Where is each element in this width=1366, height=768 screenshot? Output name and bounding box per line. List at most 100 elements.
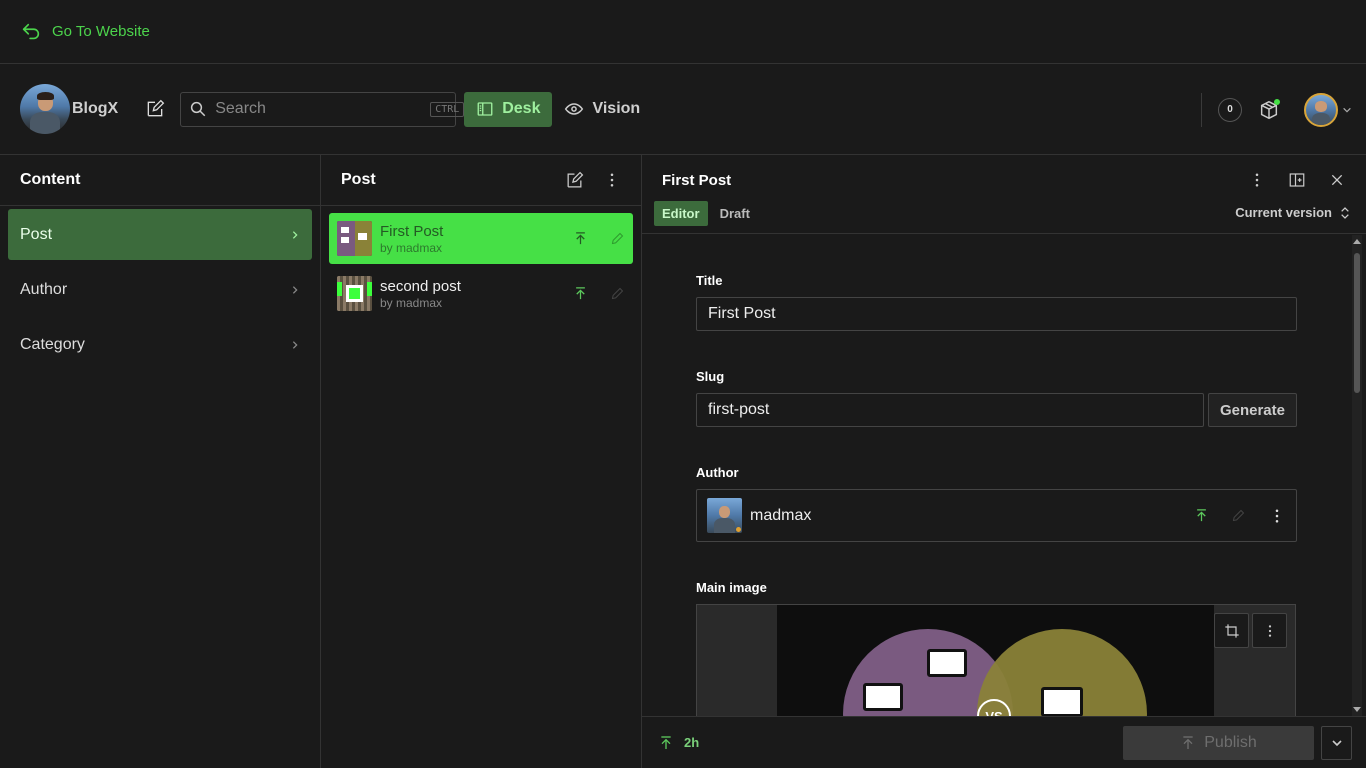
search-box[interactable]: CTRL K — [180, 91, 489, 127]
scroll-thumb[interactable] — [1354, 253, 1360, 393]
post-title: First Post — [380, 222, 444, 240]
published-icon — [573, 286, 588, 301]
vision-tool-button[interactable]: Vision — [552, 92, 652, 127]
edit-icon — [1231, 508, 1246, 523]
status-time: 2h — [684, 735, 700, 750]
author-field: Author madmax — [696, 465, 1297, 542]
content-item-label: Category — [20, 335, 85, 353]
notification-count[interactable]: 0 — [1218, 97, 1242, 122]
title-input[interactable] — [696, 297, 1297, 331]
author-label: Author — [696, 465, 739, 480]
chevron-right-icon — [290, 340, 300, 350]
content-pane: Content Post Author Category — [0, 155, 321, 768]
content-item-post[interactable]: Post — [8, 209, 312, 260]
split-pane-button[interactable] — [1280, 163, 1314, 197]
published-status-icon — [658, 735, 674, 751]
publish-label: Publish — [1204, 734, 1257, 751]
crop-button[interactable] — [1214, 613, 1249, 648]
post-subtitle: by madmax — [380, 240, 443, 255]
vision-label: Vision — [592, 100, 641, 117]
search-icon — [189, 100, 207, 118]
author-reference[interactable]: madmax — [696, 489, 1297, 542]
document-menu-button[interactable] — [1240, 163, 1274, 197]
image-menu-button[interactable] — [1252, 613, 1287, 648]
content-item-label: Post — [20, 225, 53, 243]
chevron-down-icon — [1331, 737, 1343, 749]
go-to-website-link[interactable]: Go To Website — [20, 21, 150, 43]
tab-editor[interactable]: Editor — [654, 201, 708, 226]
slug-field: Slug Generate — [696, 369, 1297, 427]
publish-button[interactable]: Publish — [1123, 726, 1314, 760]
post-pane-title: Post — [341, 171, 376, 188]
project-avatar[interactable] — [20, 84, 70, 134]
document-footer: 2h Publish — [642, 716, 1366, 768]
content-pane-title: Content — [20, 171, 81, 188]
chevron-right-icon — [290, 285, 300, 295]
compose-button[interactable] — [138, 92, 172, 126]
post-list-pane: Post First Post by madmax second post by… — [321, 155, 642, 768]
desk-tool-button[interactable]: Desk — [464, 91, 553, 127]
document-pane: First Post Editor Draft Current version … — [642, 155, 1366, 768]
document-header: First Post Editor Draft Current version — [642, 155, 1366, 234]
project-name[interactable]: BlogX — [72, 100, 118, 118]
post-list-item-second-post[interactable]: second post by madmax — [329, 268, 633, 319]
version-label: Current version — [1235, 205, 1332, 220]
post-thumbnail — [337, 221, 372, 256]
content-item-label: Author — [20, 280, 68, 298]
navbar-divider — [1201, 92, 1202, 127]
more-vertical-icon[interactable] — [1268, 507, 1286, 525]
version-selector[interactable]: Current version — [1235, 205, 1350, 220]
close-icon — [1329, 172, 1345, 188]
post-title: second post — [380, 277, 461, 295]
navbar-right: 0 — [1201, 64, 1352, 155]
publish-icon — [1180, 735, 1196, 751]
generate-slug-button[interactable]: Generate — [1207, 393, 1297, 427]
create-post-button[interactable] — [557, 163, 591, 197]
slug-label: Slug — [696, 369, 725, 384]
title-label: Title — [696, 273, 723, 288]
published-icon — [573, 231, 588, 246]
title-field: Title — [696, 273, 1297, 331]
author-name: madmax — [750, 506, 812, 524]
shortcut-ctrl: CTRL — [430, 101, 465, 117]
split-pane-icon — [1288, 171, 1306, 189]
go-to-website-label: Go To Website — [52, 23, 150, 40]
tab-draft[interactable]: Draft — [712, 201, 758, 226]
post-pane-menu-button[interactable] — [595, 163, 629, 197]
edit-icon — [610, 231, 625, 246]
content-item-category[interactable]: Category — [8, 319, 312, 370]
post-list-item-first-post[interactable]: First Post by madmax — [329, 213, 633, 264]
user-menu-button[interactable] — [1304, 92, 1352, 127]
desk-icon — [476, 100, 494, 118]
packages-button[interactable] — [1252, 93, 1286, 127]
slug-input[interactable] — [696, 393, 1204, 427]
document-form: Title Slug Generate Author madmax — [696, 235, 1297, 734]
more-vertical-icon — [1248, 171, 1266, 189]
publish-options-button[interactable] — [1321, 726, 1352, 760]
post-thumbnail — [337, 276, 372, 311]
content-pane-header: Content — [0, 155, 320, 206]
edit-icon — [610, 286, 625, 301]
top-bar: Go To Website — [0, 0, 1366, 64]
compose-icon — [145, 99, 165, 119]
compose-icon — [565, 171, 584, 190]
search-input[interactable] — [215, 100, 423, 118]
main-image-preview[interactable]: VS — [696, 604, 1296, 734]
content-item-author[interactable]: Author — [8, 264, 312, 315]
more-vertical-icon — [603, 171, 621, 189]
close-pane-button[interactable] — [1320, 163, 1354, 197]
post-subtitle: by madmax — [380, 295, 443, 310]
status-dot — [1274, 98, 1280, 105]
user-avatar — [1304, 92, 1338, 127]
main-image-field: Main image VS — [696, 580, 1297, 734]
crop-icon — [1224, 623, 1240, 639]
desk-label: Desk — [502, 100, 541, 117]
document-scrollbar[interactable] — [1352, 235, 1362, 716]
scroll-down-icon — [1353, 707, 1361, 713]
post-pane-header: Post — [321, 155, 641, 206]
chevron-up-down-icon — [1340, 206, 1350, 220]
scroll-up-icon — [1353, 238, 1361, 244]
document-tabs: Editor Draft — [654, 201, 758, 226]
more-vertical-icon — [1262, 623, 1278, 639]
image-content: VS — [777, 605, 1214, 734]
